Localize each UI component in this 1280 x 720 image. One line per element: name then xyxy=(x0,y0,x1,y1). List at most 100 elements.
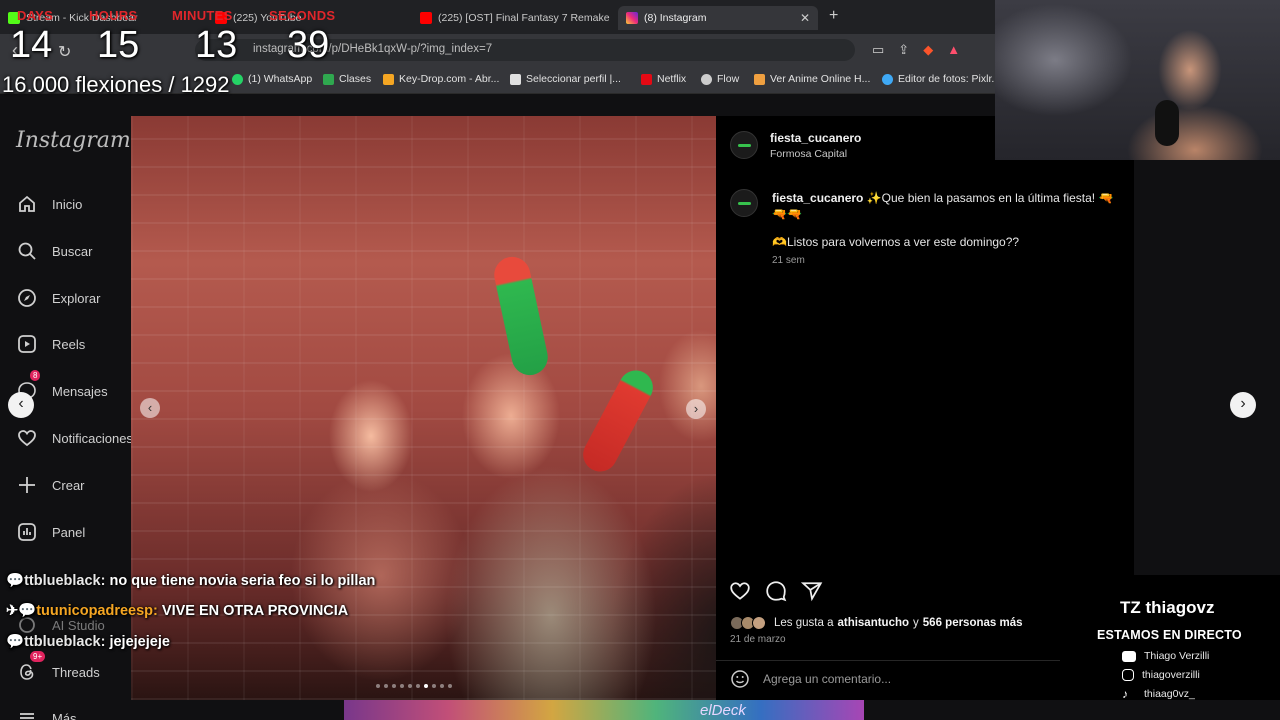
reload-icon[interactable]: ↻ xyxy=(58,42,71,62)
social-youtube: Thiago Verzilli xyxy=(1122,650,1209,662)
close-icon[interactable]: ✕ xyxy=(800,11,810,25)
new-tab-button[interactable]: + xyxy=(829,7,838,25)
instagram-icon xyxy=(1122,669,1134,681)
post-username[interactable]: fiesta_cucanero xyxy=(770,131,861,145)
sidebar-item-label: Explorar xyxy=(52,290,101,306)
sidebar-item-notificaciones[interactable]: Notificaciones xyxy=(16,427,133,449)
bookmark-profile[interactable]: Seleccionar perfil |... xyxy=(510,73,621,85)
carousel-dot xyxy=(448,684,452,688)
bookmark-netflix[interactable]: Netflix xyxy=(641,73,686,85)
tab-youtube-ost[interactable]: (225) [OST] Final Fantasy 7 Remake - xyxy=(420,6,610,30)
timer-seconds-label: SECONDS xyxy=(269,8,336,23)
caption-age: 21 sem xyxy=(772,255,805,266)
instagram-logo[interactable]: Instagram xyxy=(16,128,131,153)
comment-input[interactable]: Agrega un comentario... xyxy=(763,672,891,686)
chat-badge-icon: 💬 xyxy=(6,634,25,650)
sidebar-item-inicio[interactable]: Inicio xyxy=(16,193,82,215)
chat-badge-icon: ✈💬 xyxy=(6,603,37,619)
streamer-brand: TZ thiagovz xyxy=(1120,598,1214,618)
bookmark-flow[interactable]: Flow xyxy=(701,73,739,85)
timer-seconds: 39 xyxy=(287,24,330,66)
tab-label: (225) [OST] Final Fantasy 7 Remake - xyxy=(438,12,610,24)
social-handle: thiaag0vz_ xyxy=(1144,688,1195,700)
chat-message: 💬ttblueblack: no que tiene novia seria f… xyxy=(6,572,375,589)
sidebar-item-panel[interactable]: Panel xyxy=(16,521,85,543)
classroom-icon xyxy=(323,73,334,85)
chat-badge-icon: 💬 xyxy=(6,573,25,589)
address-bar-actions: ▭ ⇪ ◆ ▲ xyxy=(872,42,960,58)
address-bar-row: instagram.com/p/DHeBk1qxW-p/?img_index=7… xyxy=(0,34,995,66)
bookmark-pixlr[interactable]: Editor de fotos: Pixlr... xyxy=(882,73,1000,85)
caption-username[interactable]: fiesta_cucanero xyxy=(772,191,863,205)
compass-icon xyxy=(16,287,38,309)
brave-rewards-icon[interactable]: ▲ xyxy=(947,42,960,58)
avatar[interactable] xyxy=(730,189,758,217)
sidebar-item-label: Notificaciones xyxy=(52,430,133,446)
threads-icon: 9+ xyxy=(16,651,46,683)
sidebar-item-mas[interactable]: Más xyxy=(16,707,77,720)
sidebar-item-reels[interactable]: Reels xyxy=(16,333,85,355)
timer-minutes-label: MINUTES xyxy=(172,8,233,23)
previous-post-button[interactable]: ‹ xyxy=(8,392,34,418)
bottom-banner-text: elDeck xyxy=(700,702,746,719)
social-handle: thiagoverzilli xyxy=(1142,669,1200,681)
carousel-dot xyxy=(432,684,436,688)
likes-user[interactable]: athisantucho xyxy=(837,617,909,629)
chat-username: ttblueblack: xyxy=(24,573,106,589)
share-icon[interactable] xyxy=(800,580,823,602)
likes-summary[interactable]: Les gusta a athisantucho y 566 personas … xyxy=(730,616,1023,630)
sidebar-item-explorar[interactable]: Explorar xyxy=(16,287,100,309)
carousel-indicator xyxy=(376,684,452,688)
carousel-dot xyxy=(384,684,388,688)
liker-avatar xyxy=(752,616,766,630)
chart-icon xyxy=(16,521,38,543)
sidebar-item-crear[interactable]: Crear xyxy=(16,474,85,496)
carousel-prev-button[interactable]: ‹ xyxy=(140,398,160,418)
likes-conjunction: y xyxy=(913,617,919,629)
bottom-decor-strip xyxy=(344,700,864,720)
comment-icon[interactable] xyxy=(765,580,787,602)
timer-hours-label: HOURS xyxy=(89,8,138,23)
home-icon xyxy=(16,193,38,215)
brand-name: thiagovz xyxy=(1145,598,1215,617)
post-actions xyxy=(729,580,823,602)
instagram-icon xyxy=(626,12,638,24)
keydrop-icon xyxy=(383,73,394,85)
pixlr-icon xyxy=(882,73,893,85)
bookmark-anime[interactable]: Ver Anime Online H... xyxy=(754,73,870,85)
like-heart-icon[interactable] xyxy=(729,580,751,602)
tz-logo-icon: TZ xyxy=(1120,598,1141,617)
share-icon[interactable]: ⇪ xyxy=(898,42,909,58)
bookmark-label: Seleccionar perfil |... xyxy=(526,73,621,85)
social-handle: Thiago Verzilli xyxy=(1144,650,1210,662)
sidebar-item-threads[interactable]: 9+ Threads xyxy=(16,651,100,683)
chat-message: ✈💬tuunicopadreesp: VIVE EN OTRA PROVINCI… xyxy=(6,602,348,619)
bookmark-label: Clases xyxy=(339,73,372,85)
bookmark-label: Netflix xyxy=(657,73,687,85)
stream-screen: Stream - Kick Dashboard (225) YouTube (2… xyxy=(0,0,1280,720)
browser-tab-bar: Stream - Kick Dashboard (225) YouTube (2… xyxy=(0,0,995,34)
post-location[interactable]: Formosa Capital xyxy=(770,148,847,160)
chat-message: 💬ttblueblack: jejejejeje xyxy=(6,633,170,650)
search-icon xyxy=(16,240,38,262)
sidebar-item-buscar[interactable]: Buscar xyxy=(16,240,92,262)
emoji-icon[interactable] xyxy=(730,669,750,694)
tab-instagram[interactable]: (8) Instagram ✕ xyxy=(618,6,818,30)
carousel-dot xyxy=(392,684,396,688)
tab-label: (8) Instagram xyxy=(644,12,707,24)
cast-icon[interactable]: ▭ xyxy=(872,42,884,58)
likes-prefix: Les gusta a xyxy=(774,617,834,629)
bookmark-whatsapp[interactable]: (1) WhatsApp xyxy=(232,73,312,85)
reels-icon xyxy=(16,333,38,355)
next-post-button[interactable]: › xyxy=(1230,392,1256,418)
sidebar-item-label: Threads xyxy=(52,664,100,680)
bookmark-label: Editor de fotos: Pixlr... xyxy=(898,73,1001,85)
bookmark-label: Ver Anime Online H... xyxy=(770,73,871,85)
likes-count[interactable]: 566 personas más xyxy=(923,617,1023,629)
heart-icon xyxy=(16,427,38,449)
bookmark-clases[interactable]: Clases xyxy=(323,73,371,85)
brave-shield-icon[interactable]: ◆ xyxy=(923,42,933,58)
carousel-next-button[interactable]: › xyxy=(686,399,706,419)
avatar[interactable] xyxy=(730,131,758,159)
bookmark-keydrop[interactable]: Key-Drop.com - Abr... xyxy=(383,73,499,85)
